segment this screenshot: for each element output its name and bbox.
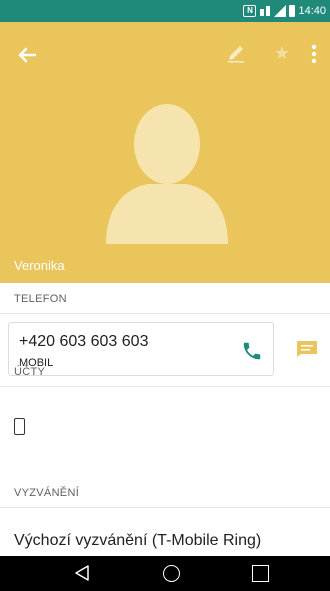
star-icon[interactable]: ★ bbox=[270, 41, 294, 65]
message-icon[interactable] bbox=[296, 340, 318, 358]
phone-device-icon[interactable] bbox=[14, 418, 25, 435]
clock: 14:40 bbox=[298, 5, 326, 17]
status-bar: N 14:40 bbox=[0, 0, 330, 22]
divider bbox=[0, 386, 330, 387]
edit-pencil-icon[interactable] bbox=[224, 41, 248, 65]
call-icon[interactable] bbox=[241, 340, 263, 362]
status-icons: N 14:40 bbox=[243, 3, 326, 19]
phone-entry[interactable]: +420 603 603 603 MOBIL bbox=[8, 322, 274, 376]
ringtone-value[interactable]: Výchozí vyzvánění (T-Mobile Ring) bbox=[14, 532, 261, 550]
contact-header: ★ Veronika bbox=[0, 22, 330, 283]
nav-home-icon[interactable] bbox=[163, 565, 180, 582]
phone-number[interactable]: +420 603 603 603 bbox=[19, 333, 148, 351]
back-arrow-icon[interactable] bbox=[14, 42, 40, 68]
signal-icon bbox=[274, 5, 287, 17]
accounts-section-title: ÚČTY bbox=[14, 366, 46, 378]
navigation-bar bbox=[0, 556, 330, 591]
divider bbox=[0, 313, 330, 314]
divider bbox=[0, 507, 330, 508]
nav-recents-icon[interactable] bbox=[252, 565, 269, 582]
contact-name: Veronika bbox=[14, 258, 65, 273]
avatar-placeholder-icon bbox=[106, 104, 228, 244]
dual-sim-icon bbox=[260, 6, 271, 16]
nav-back-icon[interactable] bbox=[73, 564, 91, 582]
nfc-icon: N bbox=[243, 5, 257, 17]
battery-icon bbox=[289, 5, 296, 17]
more-vert-icon[interactable] bbox=[309, 42, 319, 66]
ringtone-section-title: VYZVÁNĚNÍ bbox=[14, 487, 80, 499]
phone-section-title: TELEFON bbox=[14, 293, 67, 305]
